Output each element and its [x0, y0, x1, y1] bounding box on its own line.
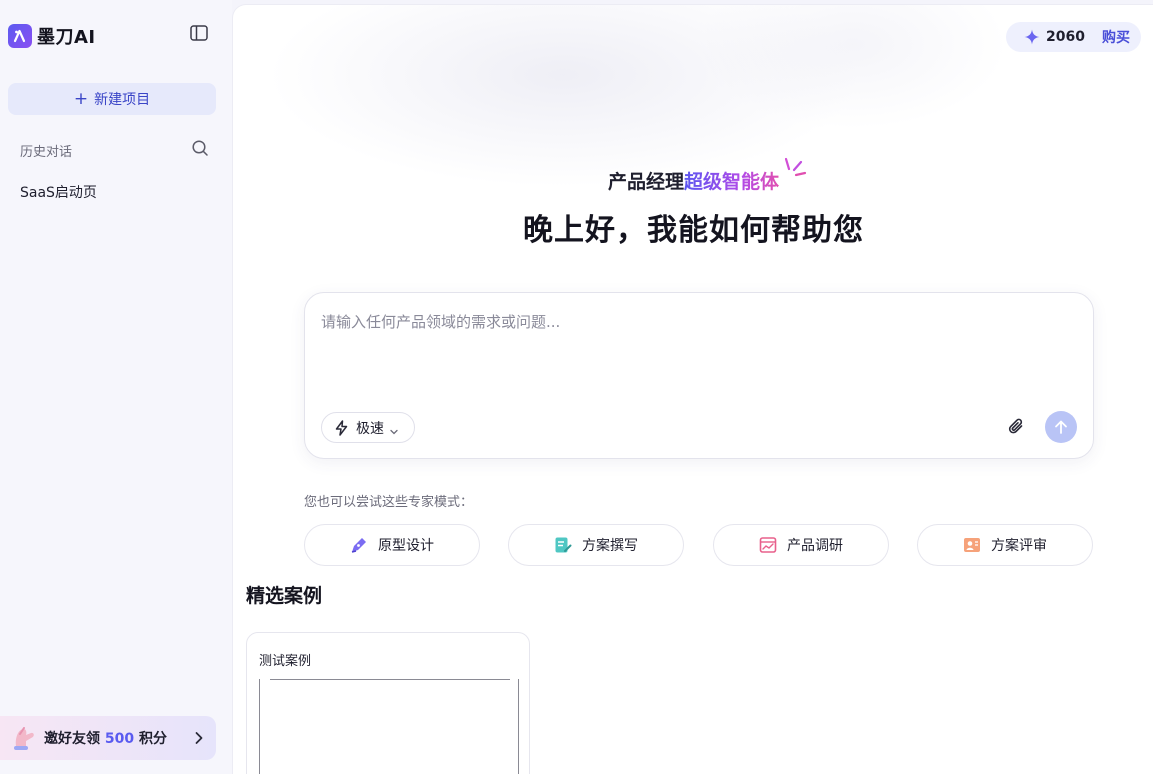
- expert-label: 方案撰写: [582, 538, 638, 554]
- buy-button[interactable]: 购买: [1102, 27, 1130, 47]
- expert-modes-label: 您也可以尝试这些专家模式：: [304, 495, 474, 510]
- history-item[interactable]: SaaS启动页: [20, 182, 97, 202]
- logo-icon: [8, 24, 32, 48]
- prompt-input[interactable]: [321, 311, 1071, 391]
- expert-research-button[interactable]: 产品调研: [713, 524, 889, 566]
- paperclip-icon[interactable]: [1007, 417, 1027, 437]
- invite-suffix: 积分: [138, 731, 167, 747]
- gift-hand-icon: [12, 724, 38, 752]
- expert-review-button[interactable]: 方案评审: [917, 524, 1093, 566]
- review-icon: [963, 536, 981, 554]
- invite-banner[interactable]: 邀好友领 500 积分: [0, 716, 216, 760]
- composer: 极速: [304, 292, 1094, 459]
- new-project-button[interactable]: + 新建项目: [8, 83, 216, 115]
- sidebar: 墨刀AI + 新建项目 历史对话 SaaS启动页 邀好友领 500 积分: [0, 0, 232, 774]
- new-project-label: 新建项目: [94, 92, 151, 108]
- mode-dropdown[interactable]: 极速: [321, 412, 415, 443]
- burst-icon: [784, 157, 809, 183]
- expert-label: 产品调研: [787, 538, 843, 554]
- invite-prefix: 邀好友领: [44, 731, 100, 747]
- featured-cases-title: 精选案例: [246, 585, 323, 607]
- invite-points: 500: [104, 731, 135, 747]
- sparkle-icon: [1024, 29, 1040, 45]
- case-card[interactable]: 测试案例: [246, 632, 530, 774]
- case-title: 测试案例: [259, 654, 312, 669]
- greeting-title: 晚上好，我能如何帮助您: [523, 213, 864, 248]
- sidebar-toggle-icon[interactable]: [190, 25, 210, 43]
- plus-icon: +: [73, 88, 89, 109]
- subtitle-plain: 产品经理: [607, 171, 684, 193]
- expert-writing-button[interactable]: 方案撰写: [508, 524, 684, 566]
- chevron-right-icon: [194, 730, 204, 746]
- credits-count: 2060: [1046, 29, 1085, 45]
- expert-label: 方案评审: [991, 538, 1047, 554]
- chevron-down-icon: [390, 424, 398, 434]
- lightning-icon: [334, 419, 349, 436]
- invite-text: 邀好友领 500 积分: [44, 728, 167, 748]
- search-icon[interactable]: [191, 139, 209, 157]
- mode-label: 极速: [356, 420, 384, 437]
- expert-label: 原型设计: [378, 538, 434, 554]
- send-button[interactable]: [1045, 411, 1077, 443]
- logo[interactable]: 墨刀AI: [8, 23, 96, 49]
- history-title: 历史对话: [20, 145, 73, 160]
- doc-edit-icon: [554, 536, 572, 554]
- credits-pill: 2060 购买: [1006, 22, 1141, 52]
- chart-window-icon: [759, 536, 777, 554]
- logo-text: 墨刀AI: [37, 27, 96, 48]
- arrow-up-icon: [1055, 420, 1067, 434]
- expert-prototype-button[interactable]: 原型设计: [304, 524, 480, 566]
- preview-divider: [270, 679, 510, 680]
- subtitle-highlight: 超级智能体: [684, 171, 780, 193]
- hero-subtitle: 产品经理超级智能体: [233, 167, 1153, 194]
- case-preview: [259, 679, 519, 774]
- pen-icon: [350, 536, 368, 554]
- main-panel: 2060 购买 产品经理超级智能体 晚上好，我能如何帮助您 极速: [232, 4, 1153, 774]
